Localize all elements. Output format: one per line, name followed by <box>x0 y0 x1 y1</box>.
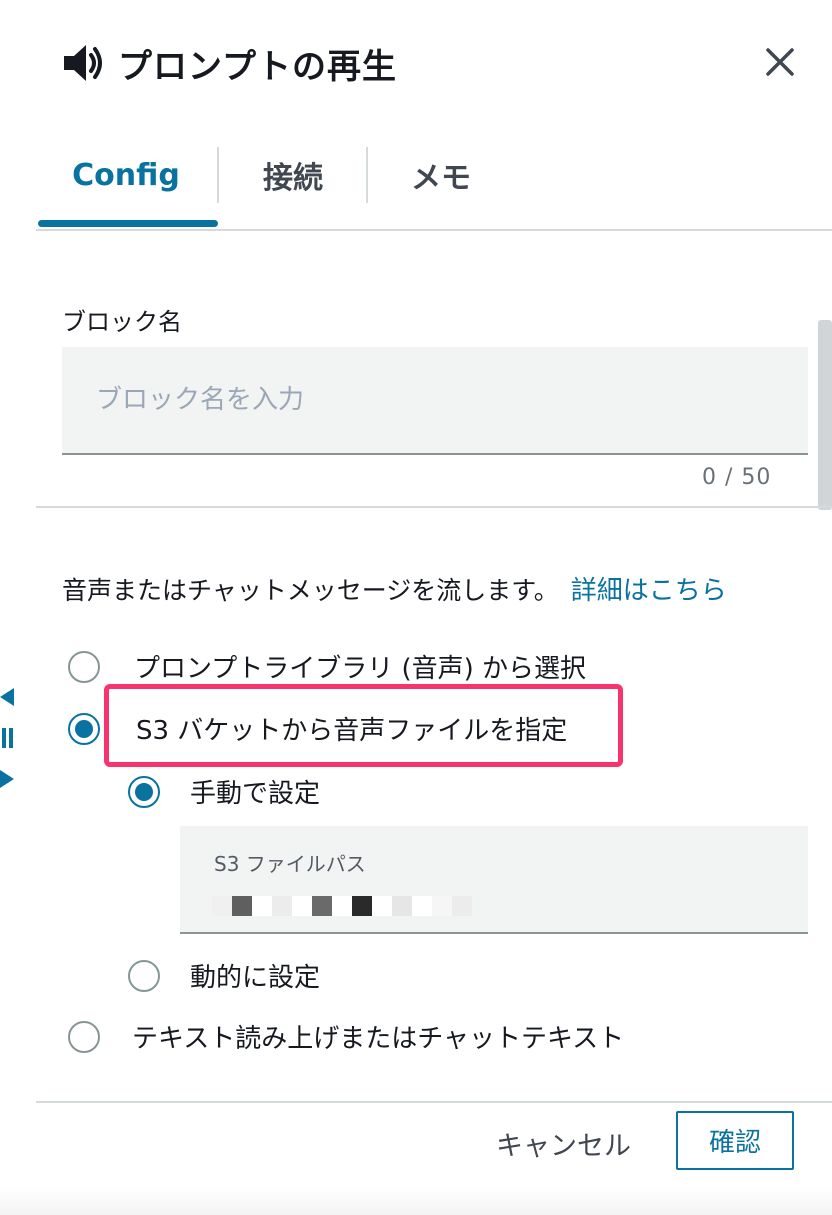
radio-dynamic[interactable] <box>128 959 160 992</box>
block-name-input[interactable] <box>62 347 808 455</box>
tab-config[interactable]: Config <box>36 145 216 205</box>
option-label: テキスト読み上げまたはチャットテキスト <box>132 1024 625 1054</box>
tab-memo[interactable]: メモ <box>369 145 513 205</box>
description-text: 音声またはチャットメッセージを流します。 <box>62 576 559 605</box>
option-manual[interactable]: 手動で設定 <box>128 773 320 810</box>
radio-s3-bucket[interactable] <box>68 712 100 745</box>
radio-prompt-library[interactable] <box>68 650 100 683</box>
confirm-button[interactable]: 確認 <box>676 1111 794 1170</box>
option-label: 動的に設定 <box>190 963 321 993</box>
option-text-to-speech[interactable]: テキスト読み上げまたはチャットテキスト <box>68 1018 624 1055</box>
highlight-annotation <box>104 684 623 767</box>
description: 音声またはチャットメッセージを流します。 詳細はこちら <box>62 570 727 607</box>
close-icon[interactable] <box>760 42 800 82</box>
s3-file-path-label: S3 ファイルパス <box>214 852 366 876</box>
s3-file-path-field[interactable]: S3 ファイルパス <box>180 826 808 934</box>
character-counter: 0 / 50 <box>702 465 772 490</box>
redacted-path-value <box>212 896 472 916</box>
active-tab-indicator <box>38 220 218 227</box>
speaker-icon <box>64 45 102 81</box>
option-prompt-library[interactable]: プロンプトライブラリ (音声) から選択 <box>68 648 586 685</box>
block-name-label: ブロック名 <box>62 308 182 336</box>
bottom-shade <box>0 1185 832 1215</box>
option-label: 手動で設定 <box>190 779 321 809</box>
tab-connections[interactable]: 接続 <box>219 145 367 205</box>
radio-text-to-speech[interactable] <box>68 1020 100 1053</box>
cancel-button[interactable]: キャンセル <box>496 1118 631 1168</box>
panel-title: プロンプトの再生 <box>118 46 397 87</box>
scrollbar-thumb[interactable] <box>818 320 832 510</box>
learn-more-link[interactable]: 詳細はこちら <box>571 576 727 606</box>
option-dynamic[interactable]: 動的に設定 <box>128 957 320 994</box>
media-controls-icon[interactable] <box>0 688 16 792</box>
section-divider <box>36 506 832 508</box>
radio-manual[interactable] <box>128 775 160 808</box>
tab-bar: Config 接続 メモ <box>36 145 832 231</box>
panel-header: プロンプトの再生 <box>62 38 397 88</box>
option-label: プロンプトライブラリ (音声) から選択 <box>134 654 587 684</box>
footer-divider <box>36 1101 832 1103</box>
tab-divider <box>366 147 368 203</box>
